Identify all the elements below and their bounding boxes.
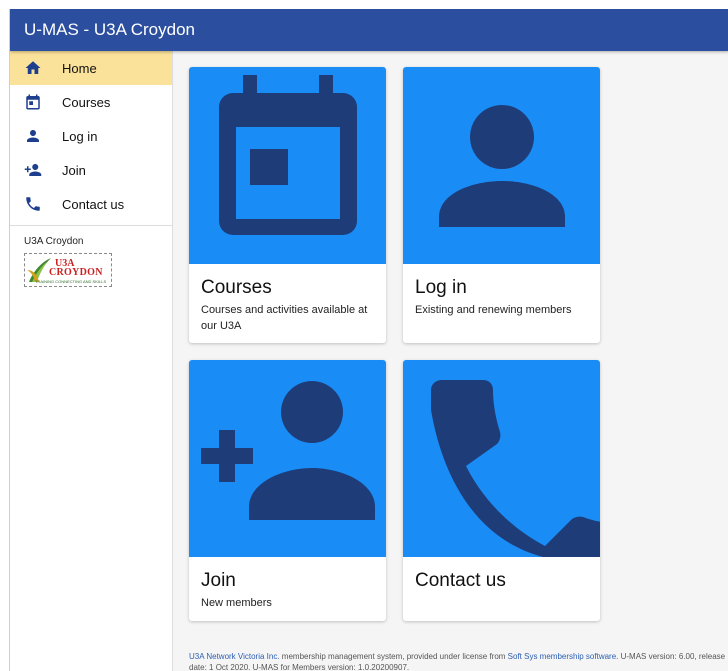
sidebar-item-courses[interactable]: Courses (10, 85, 172, 119)
home-icon (24, 59, 42, 77)
person-add-icon (201, 381, 375, 520)
footer: U3A Network Victoria Inc. membership man… (189, 651, 728, 671)
sidebar-item-label: Courses (62, 94, 111, 110)
card-title: Courses (201, 277, 272, 298)
org-logo[interactable]: U3A CROYDON TRAINING CONNECTING AND SKIL… (24, 253, 112, 287)
person-icon (439, 105, 565, 227)
card-media (189, 67, 386, 264)
card-media (403, 67, 600, 264)
sidebar-item-label: Join (62, 162, 86, 178)
footer-text: membership management system, provided u… (279, 652, 508, 661)
main-content: Courses Courses and activities available… (173, 51, 728, 671)
card-title: Join (201, 570, 236, 591)
card-subtitle: Existing and renewing members (415, 304, 572, 316)
calendar-icon (219, 75, 357, 235)
person-add-icon (24, 161, 42, 179)
sidebar-item-label: Log in (62, 128, 98, 144)
sidebar-item-label: Contact us (62, 196, 125, 212)
phone-icon (24, 195, 42, 213)
org-name: U3A Croydon (24, 236, 84, 247)
app-title: U-MAS - U3A Croydon (24, 20, 195, 39)
sidebar-item-contact[interactable]: Contact us (10, 187, 172, 221)
card-media (189, 360, 386, 557)
app-bar: U-MAS - U3A Croydon (10, 9, 728, 51)
logo-tagline: TRAINING CONNECTING AND SKILLS (35, 279, 107, 284)
sidebar: Home Courses Log in Join Contact us U3A … (10, 51, 173, 671)
page-frame: U-MAS - U3A Croydon Home Courses Log in … (9, 9, 728, 671)
sidebar-item-home[interactable]: Home (10, 51, 172, 85)
card-courses[interactable]: Courses Courses and activities available… (189, 67, 386, 343)
card-media (403, 360, 600, 557)
footer-link-softsys[interactable]: Soft Sys membership software (508, 652, 616, 661)
sidebar-item-join[interactable]: Join (10, 153, 172, 187)
sidebar-item-login[interactable]: Log in (10, 119, 172, 153)
sidebar-item-label: Home (62, 60, 97, 76)
phone-icon (431, 380, 600, 557)
card-join[interactable]: Join New members (189, 360, 386, 621)
footer-link-u3a-network[interactable]: U3A Network Victoria Inc. (189, 652, 280, 661)
calendar-icon (24, 93, 42, 111)
card-title: Contact us (415, 570, 506, 591)
person-icon (24, 127, 42, 145)
card-subtitle: Courses and activities available at our … (201, 304, 368, 332)
card-login[interactable]: Log in Existing and renewing members (403, 67, 600, 343)
logo-text-croydon: CROYDON (49, 267, 103, 278)
card-title: Log in (415, 277, 467, 298)
card-subtitle: New members (201, 597, 272, 609)
card-contact[interactable]: Contact us (403, 360, 600, 621)
